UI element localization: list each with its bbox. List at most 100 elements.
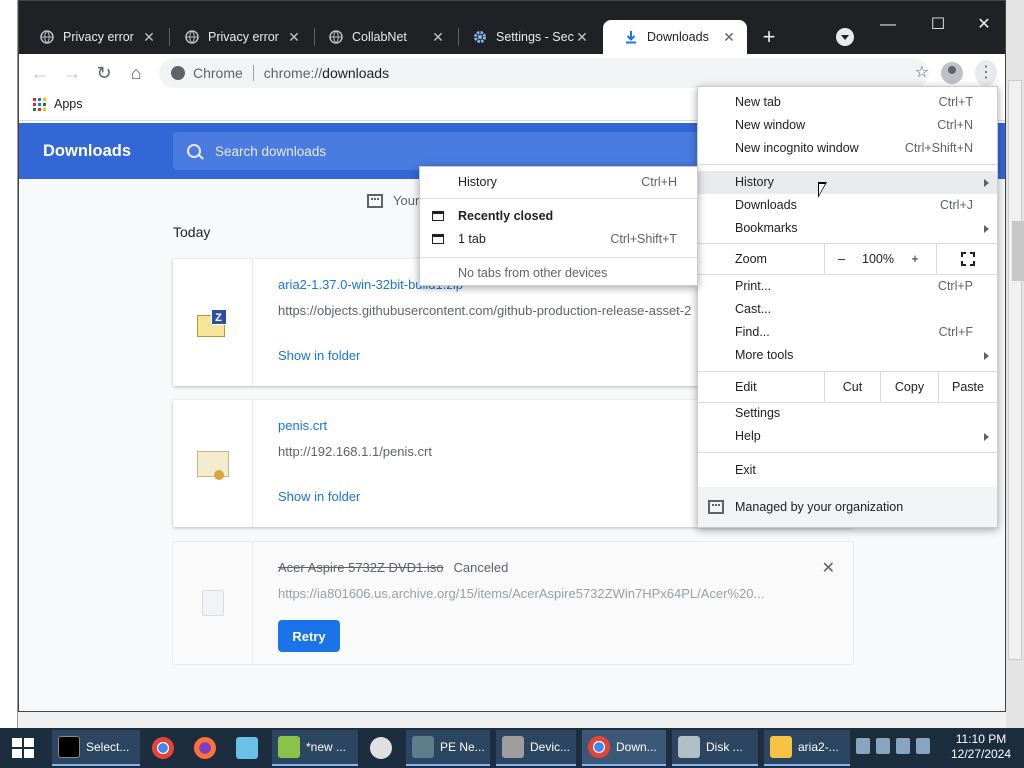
tab-label: Downloads bbox=[647, 30, 709, 44]
tab-privacy-error-2[interactable]: Privacy error ✕ bbox=[164, 20, 312, 54]
taskbar-label: *new ... bbox=[306, 740, 347, 754]
paste-button[interactable]: Paste bbox=[938, 372, 997, 402]
search-downloads[interactable] bbox=[173, 132, 713, 170]
background-window-edge bbox=[1006, 0, 1024, 728]
tab-strip: Privacy error ✕ Privacy error ✕ CollabNe… bbox=[19, 1, 1005, 54]
clock-date: 12/27/2024 bbox=[950, 747, 1012, 761]
menu-item-new-tab[interactable]: New tab Ctrl+T bbox=[698, 91, 997, 114]
menu-item-find[interactable]: Find... Ctrl+F bbox=[698, 321, 997, 344]
taskbar-item-cmd[interactable]: Select... bbox=[52, 730, 140, 766]
taskbar-item-pe[interactable]: PE Ne... bbox=[406, 730, 490, 766]
fullscreen-icon bbox=[961, 252, 975, 266]
menu-label: Help bbox=[735, 429, 761, 443]
cut-button[interactable]: Cut bbox=[824, 372, 880, 402]
file-icon-column: Z bbox=[173, 259, 253, 386]
menu-item-bookmarks[interactable]: Bookmarks bbox=[698, 217, 997, 240]
retry-button[interactable]: Retry bbox=[278, 620, 340, 652]
taskbar-item-chrome-downloads[interactable]: Down... bbox=[582, 730, 666, 766]
submenu-arrow-icon bbox=[984, 433, 989, 441]
menu-divider bbox=[420, 198, 697, 199]
taskbar-item-chrome[interactable] bbox=[146, 730, 182, 766]
bookmark-star-icon[interactable]: ☆ bbox=[915, 62, 929, 82]
menu-item-history[interactable]: History bbox=[698, 171, 997, 194]
taskbar-item-device-manager[interactable]: Devic... bbox=[496, 730, 576, 766]
menu-item-help[interactable]: Help bbox=[698, 425, 997, 448]
home-button[interactable]: ⌂ bbox=[123, 60, 149, 86]
back-button[interactable]: ← bbox=[27, 60, 53, 86]
submenu-arrow-icon bbox=[984, 225, 989, 233]
menu-label: No tabs from other devices bbox=[458, 266, 608, 280]
omnibox-origin: Chrome bbox=[193, 65, 243, 81]
show-in-folder-link[interactable]: Show in folder bbox=[278, 489, 360, 504]
reload-button[interactable]: ↻ bbox=[91, 60, 117, 86]
menu-item-new-window[interactable]: New window Ctrl+N bbox=[698, 114, 997, 137]
minimize-button[interactable]: — bbox=[865, 11, 911, 39]
taskbar-item-paint[interactable] bbox=[364, 730, 400, 766]
display-icon[interactable] bbox=[876, 738, 890, 754]
scrollbar[interactable] bbox=[1008, 80, 1024, 660]
volume-muted-icon[interactable] bbox=[916, 738, 930, 754]
taskbar-item-folder[interactable]: aria2-... bbox=[764, 730, 850, 766]
tab-downloads[interactable]: Downloads ✕ bbox=[603, 20, 747, 54]
menu-item-managed[interactable]: Managed by your organization bbox=[698, 487, 997, 527]
download-filename: Acer Aspire 5732Z DVD1.iso bbox=[278, 560, 444, 575]
close-tab-icon[interactable]: ✕ bbox=[721, 29, 737, 46]
menu-item-print[interactable]: Print... Ctrl+P bbox=[698, 275, 997, 298]
tab-collabnet[interactable]: CollabNet ✕ bbox=[308, 20, 456, 54]
download-url[interactable]: https://ia801606.us.archive.org/15/items… bbox=[278, 586, 838, 601]
submenu-item-one-tab[interactable]: 1 tab Ctrl+Shift+T bbox=[420, 228, 697, 251]
tab-settings[interactable]: Settings - Secu ✕ bbox=[452, 20, 600, 54]
taskbar-item-disk[interactable]: Disk ... bbox=[672, 730, 758, 766]
download-filename-link[interactable]: penis.crt bbox=[278, 418, 327, 433]
profile-avatar-icon[interactable] bbox=[941, 62, 963, 84]
system-clock[interactable]: 11:10 PM 12/27/2024 bbox=[948, 732, 1014, 762]
menu-item-settings[interactable]: Settings bbox=[698, 402, 997, 425]
show-in-folder-link[interactable]: Show in folder bbox=[278, 348, 360, 363]
taskbar-item-firefox[interactable] bbox=[188, 730, 224, 766]
menu-item-more-tools[interactable]: More tools bbox=[698, 344, 997, 367]
download-icon bbox=[623, 29, 639, 45]
close-tab-icon[interactable]: ✕ bbox=[430, 29, 446, 46]
taskbar-item-notepadpp[interactable]: *new ... bbox=[272, 730, 358, 766]
menu-item-exit[interactable]: Exit bbox=[698, 459, 997, 482]
menu-shortcut: Ctrl+T bbox=[938, 95, 973, 109]
fullscreen-button[interactable] bbox=[936, 244, 997, 274]
scrollbar-thumb[interactable] bbox=[1012, 221, 1024, 281]
copy-button[interactable]: Copy bbox=[880, 372, 938, 402]
download-item-canceled: Acer Aspire 5732Z DVD1.iso Canceled http… bbox=[173, 542, 853, 664]
taskbar-item-notepad[interactable] bbox=[230, 730, 266, 766]
menu-item-cast[interactable]: Cast... bbox=[698, 298, 997, 321]
menu-item-new-incognito[interactable]: New incognito window Ctrl+Shift+N bbox=[698, 137, 997, 160]
tab-search-button[interactable] bbox=[836, 28, 854, 46]
new-tab-button[interactable]: + bbox=[757, 26, 781, 50]
menu-label: Print... bbox=[735, 279, 772, 293]
forward-button[interactable]: → bbox=[59, 60, 85, 86]
chrome-page-icon bbox=[171, 66, 185, 80]
tab-privacy-error-1[interactable]: Privacy error ✕ bbox=[19, 20, 167, 54]
remove-item-icon[interactable]: ✕ bbox=[822, 558, 835, 578]
close-window-button[interactable]: ✕ bbox=[961, 11, 1005, 39]
mouse-cursor-icon bbox=[818, 182, 827, 198]
notepadpp-icon bbox=[278, 736, 300, 758]
submenu-no-tabs: No tabs from other devices bbox=[420, 262, 697, 285]
submenu-item-history[interactable]: History Ctrl+H bbox=[420, 171, 697, 194]
address-bar[interactable]: Chrome chrome://downloads ☆ bbox=[159, 58, 929, 88]
omnibox-scheme: chrome:// bbox=[263, 65, 323, 81]
close-tab-icon[interactable]: ✕ bbox=[141, 29, 157, 46]
start-button[interactable] bbox=[12, 738, 34, 758]
menu-zoom-row: Zoom – 100% + bbox=[698, 244, 997, 274]
menu-shortcut: Ctrl+F bbox=[938, 325, 973, 339]
chrome-menu-button[interactable]: ⋮ bbox=[975, 60, 997, 86]
apps-shortcut[interactable]: Apps bbox=[33, 97, 83, 111]
submenu-arrow-icon bbox=[984, 352, 989, 360]
close-tab-icon[interactable]: ✕ bbox=[574, 29, 590, 46]
search-input[interactable] bbox=[215, 143, 615, 159]
maximize-button[interactable]: ☐ bbox=[915, 11, 961, 39]
zoom-in-button[interactable]: + bbox=[898, 244, 932, 274]
usb-icon[interactable] bbox=[896, 738, 910, 754]
network-icon[interactable] bbox=[856, 738, 870, 754]
managed-notice-text: Your bbox=[393, 193, 420, 208]
close-tab-icon[interactable]: ✕ bbox=[286, 29, 302, 46]
menu-item-downloads[interactable]: Downloads Ctrl+J bbox=[698, 194, 997, 217]
zoom-out-button[interactable]: – bbox=[824, 244, 858, 274]
